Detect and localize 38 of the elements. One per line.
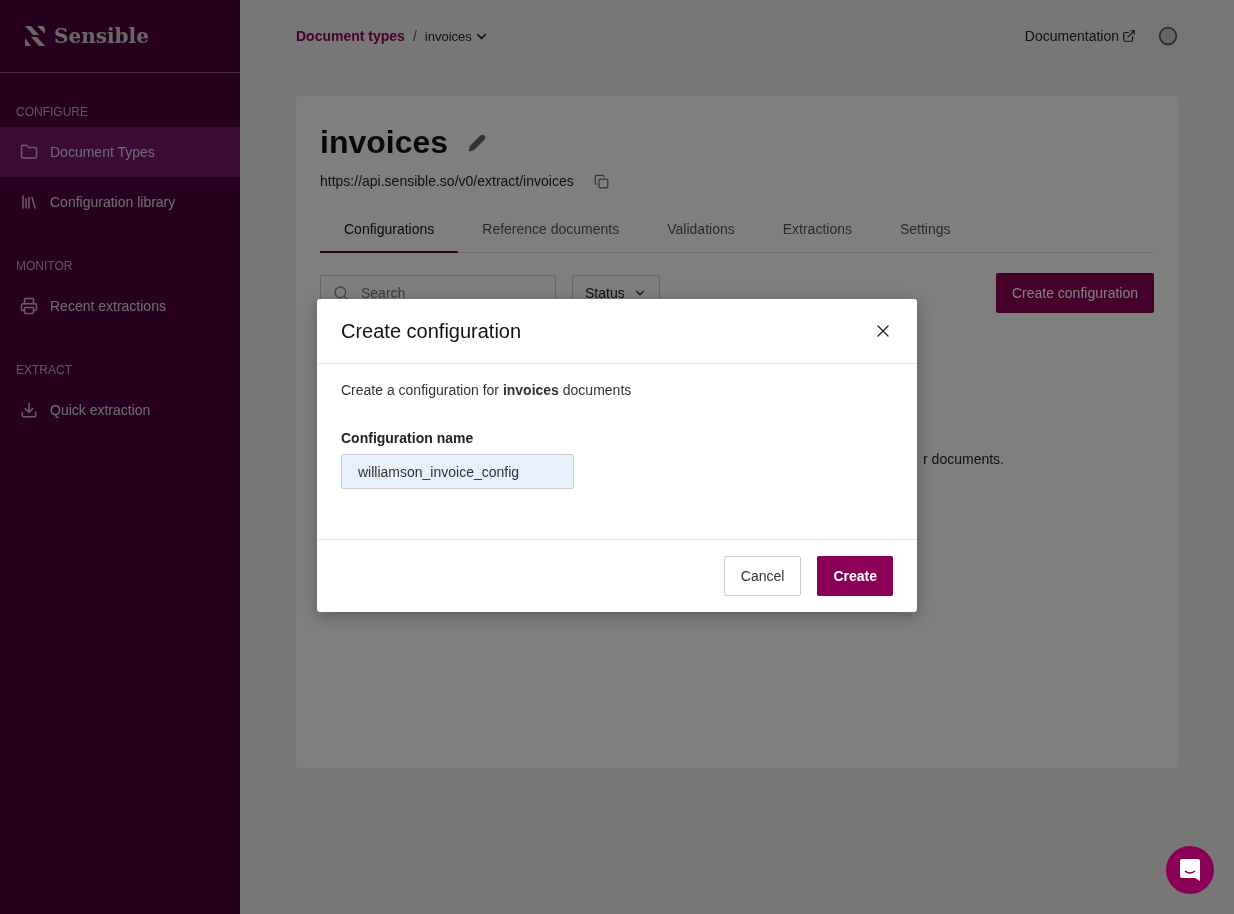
section-heading: MONITOR [15, 258, 74, 275]
books-icon [20, 193, 38, 211]
tab[interactable]: Reference documents [458, 207, 644, 253]
folder-icon [20, 143, 38, 161]
search-icon [333, 285, 349, 301]
nav-item[interactable]: Quick extraction [0, 385, 240, 435]
copy-icon[interactable] [593, 173, 609, 189]
chat-icon [1179, 858, 1201, 882]
create-configuration-button[interactable]: Create configuration [995, 273, 1154, 313]
section-heading: EXTRACT [15, 362, 73, 379]
breadcrumb-separator: / [412, 28, 417, 44]
nav-item[interactable]: Recent extractions [0, 281, 240, 331]
nav-item[interactable]: Document Types [0, 127, 240, 177]
document-title: invoices [320, 124, 449, 161]
tab[interactable]: Configurations [320, 207, 459, 253]
tab[interactable]: Settings [875, 207, 975, 253]
edit-icon[interactable] [468, 133, 487, 152]
field-label: Configuration name [341, 430, 475, 446]
breadcrumb-link[interactable]: Document types [296, 28, 405, 44]
external-link-icon [1122, 29, 1136, 43]
download-icon [20, 401, 38, 419]
logo-icon [24, 25, 46, 47]
tab[interactable]: Extractions [758, 207, 876, 253]
chat-button[interactable] [1166, 846, 1214, 894]
create-button[interactable]: Create [817, 556, 893, 596]
dialog-description: Create a configuration for invoices documents [341, 382, 633, 398]
breadcrumb-dropdown[interactable]: invoices [424, 28, 489, 44]
empty-state-text: r documents. [923, 451, 1004, 467]
nav-item[interactable]: Configuration library [0, 177, 240, 227]
configuration-name-field[interactable]: williamson_invoice_config [341, 454, 574, 489]
dialog-title: Create configuration [341, 319, 522, 343]
cancel-button[interactable]: Cancel [723, 556, 802, 596]
endpoint-url: https://api.sensible.so/v0/extract/invoices [320, 173, 574, 189]
section-heading: CONFIGURE [15, 104, 89, 121]
tab[interactable]: Validations [643, 207, 759, 253]
logo-text: Sensible [54, 24, 149, 48]
documentation-link[interactable]: Documentation [1024, 28, 1136, 44]
printer-icon [20, 297, 38, 315]
